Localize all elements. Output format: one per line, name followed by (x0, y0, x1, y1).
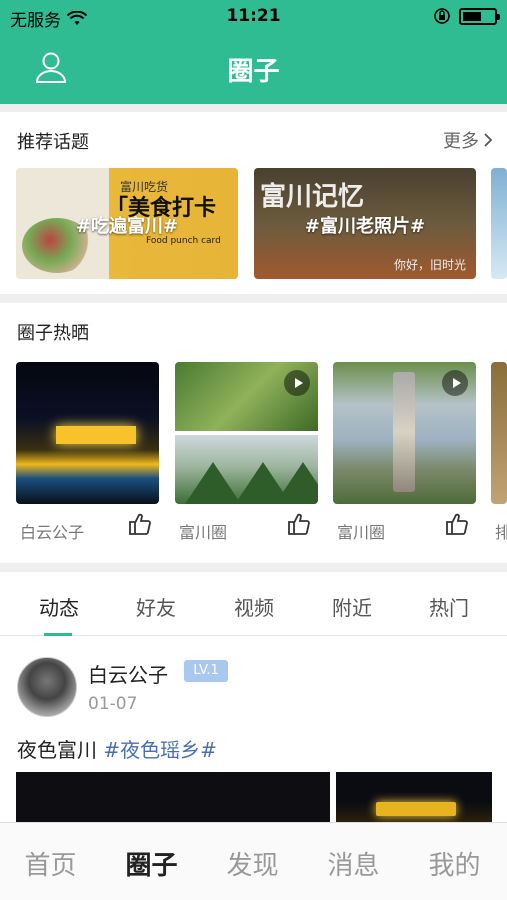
play-icon[interactable] (284, 370, 310, 396)
feed-tabs: 动态 好友 视频 附近 热门 (0, 572, 507, 636)
pagoda-image (393, 372, 415, 492)
hot-card-label: 富川圈 (179, 523, 228, 542)
tab-friends[interactable]: 好友 (107, 592, 205, 621)
page-title: 圈子 (227, 57, 280, 87)
recommended-topics-section: 推荐话题 更多 富川吃货 「美食打卡 Food punch card #吃遍富川… (0, 112, 507, 294)
topic-caption: 你好，旧时光 (393, 258, 466, 272)
bottom-tab-bar: 首页 圈子 发现 消息 我的 (0, 822, 507, 900)
tab-nearby[interactable]: 附近 (303, 592, 401, 621)
active-tab-indicator (44, 633, 72, 636)
thumbs-up-icon[interactable] (127, 511, 153, 537)
hot-card-fields[interactable] (175, 362, 318, 504)
topic-big-text: 富川记忆 (260, 182, 365, 212)
chevron-right-icon (484, 133, 493, 147)
bridge-image (56, 426, 136, 444)
tabbar-discover[interactable]: 发现 (202, 845, 303, 882)
mountain-shape (185, 462, 241, 504)
hot-card-partial[interactable] (491, 362, 507, 504)
thumbs-up-icon[interactable] (286, 511, 312, 537)
tabbar-me[interactable]: 我的 (404, 845, 505, 882)
tab-video[interactable]: 视频 (205, 592, 303, 621)
night-lights-image (376, 802, 456, 816)
avatar[interactable] (17, 657, 77, 717)
tabbar-home[interactable]: 首页 (0, 845, 101, 882)
lock-rotation-icon (434, 8, 450, 24)
hot-posts-section: 圈子热晒 白云公子 富川圈 富川圈 排 (0, 303, 507, 563)
post-user-name[interactable]: 白云公子 (88, 659, 168, 688)
nav-bar: 圈子 (0, 36, 507, 100)
battery-icon (459, 7, 500, 25)
tabbar-circle[interactable]: 圈子 (101, 845, 202, 882)
mountain-shape (275, 462, 318, 504)
tab-dynamic[interactable]: 动态 (10, 592, 108, 621)
feed-section: 动态 好友 视频 附近 热门 白云公子 LV.1 01-07 夜色富川 #夜色瑶… (0, 572, 507, 832)
hot-title: 圈子热晒 (17, 323, 89, 344)
status-bar: 无服务 11:21 (0, 0, 507, 36)
topic-card-partial[interactable] (491, 168, 507, 279)
status-time: 11:21 (226, 6, 281, 26)
post-body: 夜色富川 (17, 738, 97, 762)
topic-tag: #富川老照片# (304, 216, 426, 237)
topic-card-food[interactable]: 富川吃货 「美食打卡 Food punch card #吃遍富川# (16, 168, 238, 279)
post-hashtag[interactable]: #夜色瑶乡# (103, 738, 217, 762)
play-icon[interactable] (442, 370, 468, 396)
tabbar-messages[interactable]: 消息 (303, 845, 404, 882)
mountains-image (175, 435, 318, 504)
hot-card-label: 富川圈 (337, 523, 386, 542)
hot-card-label: 白云公子 (20, 523, 85, 542)
topic-tag: #吃遍富川# (75, 216, 179, 237)
hot-card-pagoda[interactable] (333, 362, 476, 504)
header: 无服务 11:21 圈子 (0, 0, 507, 104)
status-right (433, 7, 500, 25)
hot-card-label: 排 (495, 523, 507, 542)
post-date: 01-07 (88, 694, 138, 714)
post-text: 夜色富川 #夜色瑶乡# (17, 734, 217, 763)
thumbs-up-icon[interactable] (444, 511, 470, 537)
level-badge: LV.1 (184, 660, 228, 682)
hot-card-night-bridge[interactable] (16, 362, 159, 504)
more-label: 更多 (443, 131, 479, 152)
tab-popular[interactable]: 热门 (400, 592, 498, 621)
topics-title: 推荐话题 (17, 132, 89, 153)
topic-card-old-photos[interactable]: 富川记忆 #富川老照片# 你好，旧时光 (254, 168, 476, 279)
more-topics-link[interactable]: 更多 (443, 127, 493, 153)
